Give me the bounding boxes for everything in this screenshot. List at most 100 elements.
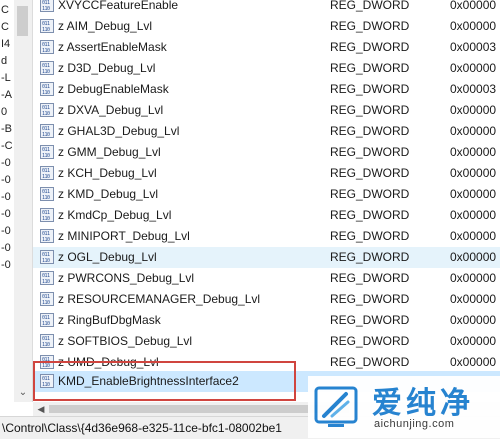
value-data: 0x00000 [450,166,497,180]
svg-text:110: 110 [42,48,50,53]
value-type: REG_DWORD [330,0,410,12]
svg-text:110: 110 [42,237,50,242]
tree-node-fragment[interactable]: -C [1,140,13,152]
value-data: 0x00000 [450,229,497,243]
value-name: z AssertEnableMask [58,40,167,54]
tree-node-fragment[interactable]: d [1,55,7,67]
value-name: z KmdCp_Debug_Lvl [58,208,172,222]
scroll-left-arrow-icon[interactable]: ◀ [35,402,47,416]
value-data: 0x00000 [450,355,497,369]
value-name: z GMM_Debug_Lvl [58,145,161,159]
value-name: z UMD_Debug_Lvl [58,355,159,369]
value-type: REG_DWORD [330,166,410,180]
value-data: 0x00000 [450,208,497,222]
tree-node-fragment[interactable]: -L [1,72,11,84]
value-row[interactable]: 011 110 z UMD_Debug_Lvl REG_DWORD 0x00000 [33,352,500,373]
svg-text:110: 110 [42,132,50,137]
tree-node-fragment[interactable]: -A [1,89,12,101]
value-row[interactable]: 011 110 z KmdCp_Debug_Lvl REG_DWORD 0x00000 [33,205,500,226]
tree-node-fragment[interactable]: 0 [1,106,7,118]
value-type: REG_DWORD [330,292,410,306]
reg-binary-value-icon: 011 110 [40,103,54,117]
registry-path-text: \Control\Class\{4d36e968-e325-11ce-bfc1-… [2,421,282,435]
tree-node-fragment[interactable]: -0 [1,242,11,254]
value-row[interactable]: 011 110 z AIM_Debug_Lvl REG_DWORD 0x00000 [33,16,500,37]
value-row[interactable]: 011 110 z KCH_Debug_Lvl REG_DWORD 0x00000 [33,163,500,184]
value-name: z PWRCONS_Debug_Lvl [58,271,195,285]
tree-node-fragment[interactable]: -0 [1,208,11,220]
reg-binary-value-icon: 011 110 [40,166,54,180]
value-name: z KCH_Debug_Lvl [58,166,157,180]
tree-node-fragment[interactable]: -0 [1,174,11,186]
tree-node-fragment[interactable]: -B [1,123,12,135]
tree-node-fragment[interactable]: I4 [1,38,10,50]
reg-binary-value-icon: 011 110 [40,82,54,96]
value-type: REG_DWORD [330,19,410,33]
value-data: 0x00003 [450,40,497,54]
value-name: z RESOURCEMANAGER_Debug_Lvl [58,292,261,306]
tree-node-fragment[interactable]: -0 [1,157,11,169]
reg-binary-value-icon: 011 110 [40,229,54,243]
svg-text:110: 110 [42,321,50,326]
value-type: REG_DWORD [330,229,410,243]
reg-binary-value-icon: 011 110 [40,187,54,201]
value-row[interactable]: 011 110 z RESOURCEMANAGER_Debug_Lvl REG_DWO… [33,289,500,310]
value-row[interactable]: 011 110 z OGL_Debug_Lvl REG_DWORD 0x00000 [33,247,500,268]
value-row[interactable]: 011 110 z DebugEnableMask REG_DWORD 0x00003 [33,79,500,100]
value-row[interactable]: 011 110 z GMM_Debug_Lvl REG_DWORD 0x00000 [33,142,500,163]
value-data: 0x00000 [450,0,497,12]
value-data: 0x00000 [450,250,497,264]
value-name: z KMD_Debug_Lvl [58,187,159,201]
value-data: 0x00000 [450,187,497,201]
value-row[interactable]: 011 110 z D3D_Debug_Lvl REG_DWORD 0x00000 [33,58,500,79]
value-row[interactable]: 011 110 z AssertEnableMask REG_DWORD 0x00003 [33,37,500,58]
value-type: REG_DWORD [330,145,410,159]
value-type: REG_DWORD [330,187,410,201]
value-type: REG_DWORD [330,103,410,117]
tree-node-fragment[interactable]: -0 [1,191,11,203]
tree-vertical-scrollbar[interactable]: ⌄ [14,0,33,402]
svg-text:110: 110 [42,174,50,179]
value-row[interactable]: 011 110 z SOFTBIOS_Debug_Lvl REG_DWORD 0x000… [33,331,500,352]
value-row[interactable]: 011 110 z KMD_Debug_Lvl REG_DWORD 0x00000 [33,184,500,205]
value-name: z SOFTBIOS_Debug_Lvl [58,334,193,348]
brand-url: aichunjing.com [374,418,455,430]
value-name: KMD_EnableBrightnessInterface2 [58,374,239,388]
tree-node-fragment[interactable]: -0 [1,259,11,271]
value-name: z MINIPORT_Debug_Lvl [58,229,190,243]
value-type: REG_DWORD [330,40,410,54]
watermark: 爱纯净 aichunjing.com [308,376,500,438]
value-type: REG_DWORD [330,82,410,96]
value-type: REG_DWORD [330,250,410,264]
tree-node-fragment[interactable]: C [1,4,9,16]
registry-tree-pane[interactable]: C C I4 d -L -A 0 -B -C -0 -0 -0 -0 -0 -0 -0 [0,0,15,402]
value-row[interactable]: 011 110 z PWRCONS_Debug_Lvl REG_DWORD 0x0000… [33,268,500,289]
value-row[interactable]: 011 110 z RingBufDbgMask REG_DWORD 0x00000 [33,310,500,331]
svg-text:110: 110 [42,363,50,368]
svg-text:110: 110 [42,195,50,200]
svg-text:110: 110 [42,69,50,74]
scroll-down-arrow-icon[interactable]: ⌄ [17,386,29,400]
value-data: 0x00000 [450,334,497,348]
brand-logo-icon [314,386,358,427]
value-type: REG_DWORD [330,334,410,348]
value-name: XVYCCFeatureEnable [58,0,179,12]
reg-binary-value-icon: 011 110 [40,355,54,369]
reg-binary-value-icon: 011 110 [40,334,54,348]
value-name: z DXVA_Debug_Lvl [58,103,164,117]
tree-node-fragment[interactable]: C [1,21,9,33]
reg-binary-value-icon: 011 110 [40,0,54,12]
value-data: 0x00000 [450,313,497,327]
registry-values-list[interactable]: 011 110 XVYCCFeatureEnable REG_DWORD 0x00000… [33,0,500,402]
svg-text:110: 110 [42,258,50,263]
value-row[interactable]: 011 110 XVYCCFeatureEnable REG_DWORD 0x00000 [33,0,500,16]
tree-scroll-thumb[interactable] [17,6,28,36]
value-row[interactable]: 011 110 z MINIPORT_Debug_Lvl REG_DWORD 0x000… [33,226,500,247]
tree-node-fragment[interactable]: -0 [1,225,11,237]
svg-text:110: 110 [42,342,50,347]
value-name: z D3D_Debug_Lvl [58,61,156,75]
value-row[interactable]: 011 110 z GHAL3D_Debug_Lvl REG_DWORD 0x00000 [33,121,500,142]
value-row[interactable]: 011 110 z DXVA_Debug_Lvl REG_DWORD 0x00000 [33,100,500,121]
value-type: REG_DWORD [330,271,410,285]
horizontal-scroll-thumb[interactable] [49,405,349,413]
